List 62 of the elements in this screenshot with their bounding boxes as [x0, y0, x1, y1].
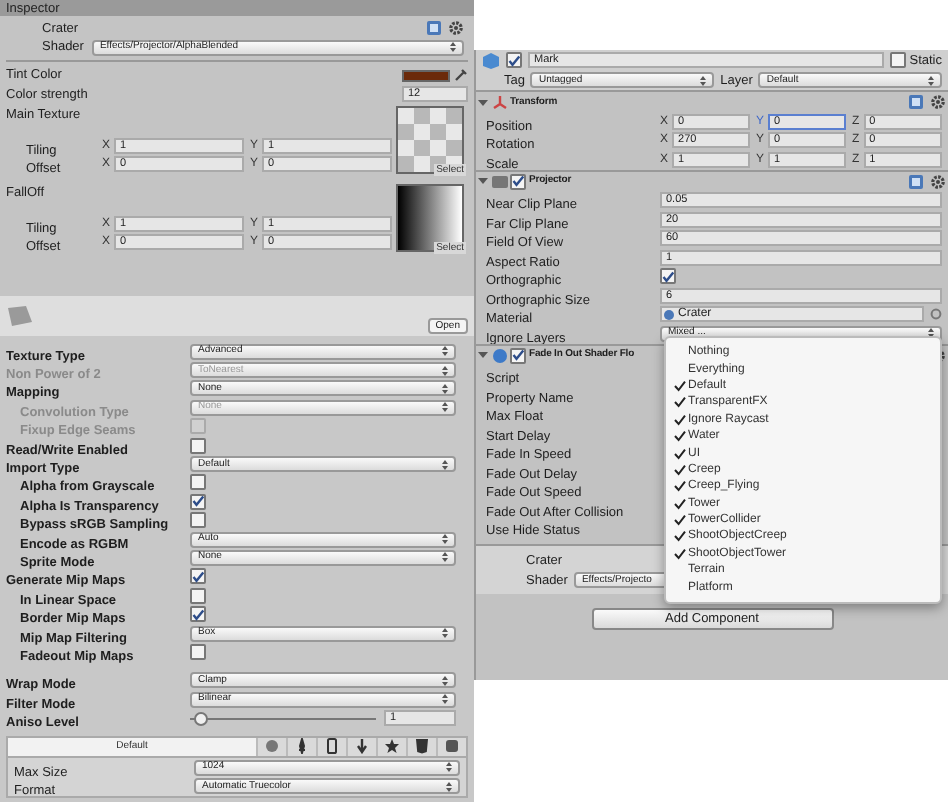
checkbox[interactable]	[190, 606, 206, 623]
settings-icon[interactable]	[930, 173, 946, 189]
platform-icon	[294, 738, 310, 755]
slider-thumb[interactable]	[193, 711, 208, 726]
foldout-icon[interactable]	[478, 176, 488, 186]
updown-icon	[442, 346, 448, 357]
checkbox[interactable]	[510, 347, 526, 363]
eyedropper-icon[interactable]	[454, 68, 468, 83]
check-icon	[192, 607, 204, 622]
color-swatch[interactable]	[402, 69, 450, 82]
sphere-icon	[664, 309, 674, 320]
platform-tab[interactable]	[346, 737, 376, 756]
platform-tab[interactable]	[406, 737, 436, 756]
checkbox[interactable]	[506, 52, 522, 68]
settings-icon[interactable]	[448, 20, 464, 36]
updown-icon	[442, 628, 448, 639]
platform-tab[interactable]	[316, 737, 346, 756]
check-icon	[192, 494, 204, 509]
updown-icon	[442, 694, 448, 705]
check-icon	[512, 174, 524, 188]
updown-icon	[450, 42, 456, 52]
updown-icon	[442, 534, 448, 545]
updown-icon	[442, 675, 448, 686]
platform-tab[interactable]	[286, 737, 316, 756]
updown-icon	[442, 365, 448, 376]
target-icon[interactable]	[930, 308, 942, 321]
checkbox[interactable]	[889, 52, 906, 68]
check-icon	[192, 569, 204, 584]
checkbox[interactable]	[190, 493, 206, 510]
check-icon	[512, 348, 524, 362]
platform-icon	[384, 738, 400, 755]
platform-icon	[354, 738, 370, 755]
check-icon	[508, 53, 520, 67]
platform-icon	[264, 738, 280, 755]
platform-tab[interactable]	[376, 737, 406, 756]
settings-icon[interactable]	[930, 94, 946, 110]
checkbox[interactable]	[190, 587, 206, 604]
check-icon	[662, 269, 674, 284]
checkbox[interactable]	[190, 568, 206, 585]
foldout-icon[interactable]	[478, 97, 488, 107]
checkbox[interactable]	[510, 173, 526, 189]
texture-thumbnail[interactable]	[396, 184, 464, 252]
updown-icon	[928, 75, 934, 85]
checkbox[interactable]	[660, 268, 676, 285]
updown-icon	[446, 781, 452, 792]
platform-icon	[324, 738, 340, 755]
checkbox[interactable]	[190, 643, 206, 660]
axes-icon	[491, 94, 507, 110]
updown-icon	[442, 459, 448, 470]
updown-icon	[446, 762, 452, 773]
updown-icon	[928, 328, 934, 339]
foldout-icon[interactable]	[478, 350, 488, 360]
texture-file-icon	[6, 304, 34, 328]
checkbox[interactable]	[190, 512, 206, 529]
checkbox[interactable]	[190, 437, 206, 454]
texture-thumbnail[interactable]	[396, 106, 464, 174]
updown-icon	[442, 552, 448, 563]
updown-icon	[700, 75, 707, 85]
updown-icon	[442, 383, 448, 394]
updown-icon	[442, 402, 448, 413]
checkbox[interactable]	[190, 474, 206, 491]
platform-tab[interactable]	[436, 737, 466, 756]
